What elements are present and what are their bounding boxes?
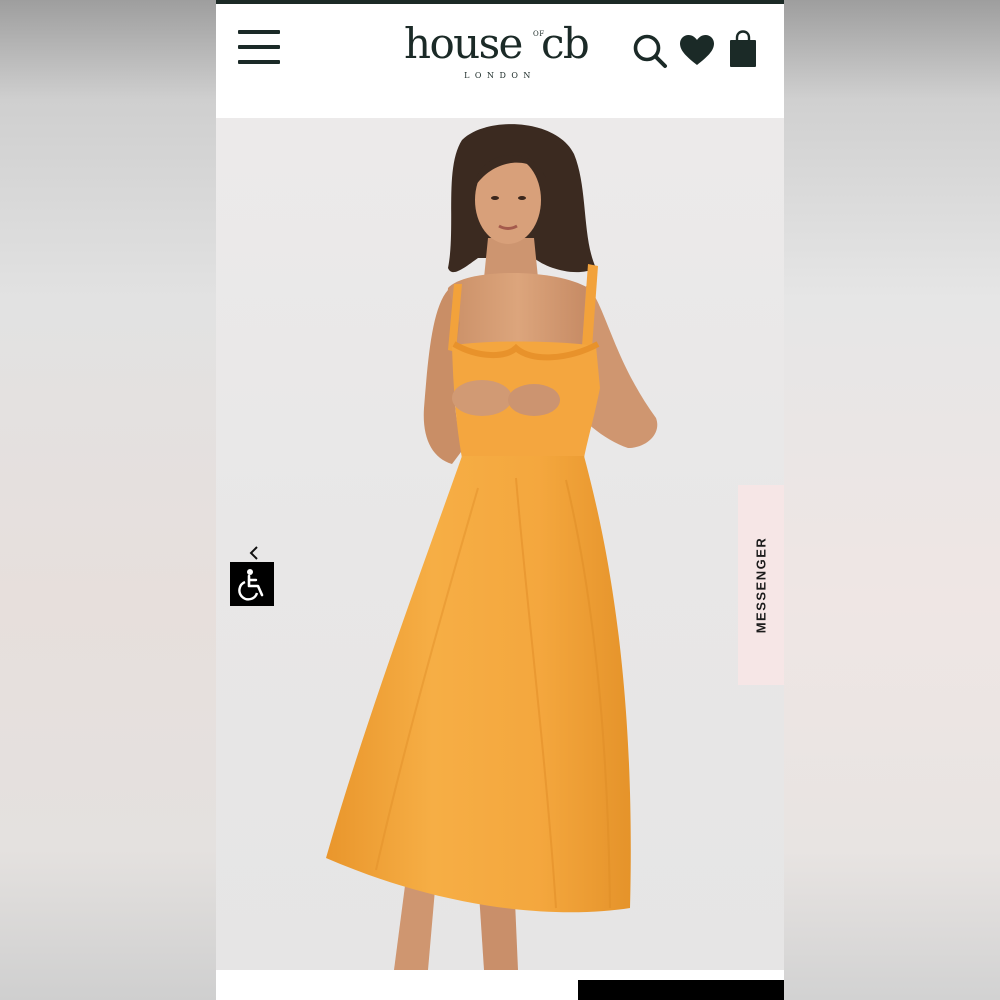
brand-logo-london: LONDON	[464, 71, 536, 80]
background-blur-right	[784, 0, 1000, 1000]
chevron-left-icon[interactable]	[246, 545, 262, 561]
messenger-label: MESSENGER	[753, 536, 769, 634]
background-blur-left	[0, 0, 216, 1000]
shopping-bag-icon[interactable]	[728, 30, 758, 68]
accessibility-icon	[238, 569, 264, 601]
brand-logo-art: house OF cb LONDON	[404, 19, 590, 80]
hamburger-menu-icon[interactable]	[238, 30, 280, 66]
model-in-dress-illustration	[326, 124, 658, 970]
add-to-bag-bar[interactable]	[578, 980, 784, 1000]
search-icon[interactable]	[632, 32, 670, 72]
site-header: house OF cb LONDON	[216, 4, 784, 118]
brand-logo-house: house	[404, 20, 522, 68]
phone-screen: house OF cb LONDON MESSENGER	[216, 0, 784, 1000]
brand-logo[interactable]: house OF cb LONDON	[404, 19, 596, 82]
accessibility-button[interactable]	[230, 562, 274, 606]
messenger-tab[interactable]: MESSENGER	[738, 485, 784, 685]
heart-icon[interactable]	[679, 34, 715, 66]
brand-logo-cb: cb	[541, 20, 588, 68]
product-hero-image: MESSENGER	[216, 118, 784, 970]
